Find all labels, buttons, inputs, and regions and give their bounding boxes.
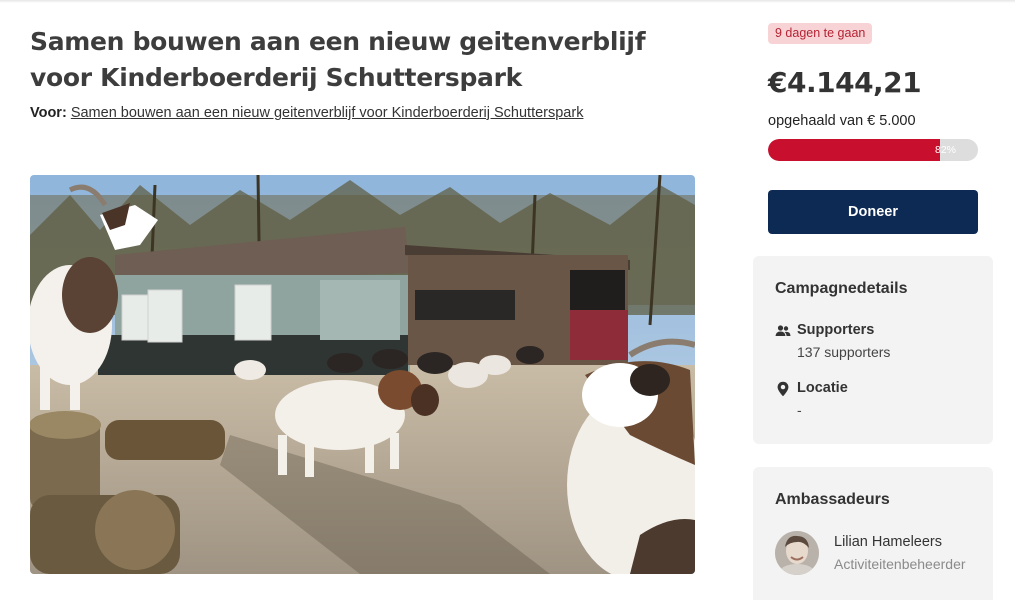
supporters-label: Supporters bbox=[797, 322, 875, 338]
progress-bar-fill bbox=[768, 139, 941, 161]
campaign-details-card: Campagnedetails Supporters 137 supporter… bbox=[753, 256, 993, 444]
goal-text: opgehaald van € 5.000 bbox=[768, 113, 916, 129]
ambassador-role: Activiteitenbeheerder bbox=[834, 556, 966, 572]
location-pin-icon bbox=[775, 381, 791, 397]
campaign-hero-image bbox=[30, 175, 695, 574]
ambassador-name: Lilian Hameleers bbox=[834, 534, 942, 550]
progress-bar: 82% bbox=[768, 139, 978, 161]
amount-raised: €4.144,21 bbox=[768, 66, 922, 99]
donate-button[interactable]: Doneer bbox=[768, 190, 978, 234]
top-shadow bbox=[0, 0, 1015, 3]
campaign-details-title: Campagnedetails bbox=[775, 280, 908, 297]
location-label: Locatie bbox=[797, 380, 848, 396]
avatar[interactable] bbox=[775, 531, 819, 575]
users-icon bbox=[775, 323, 791, 339]
beneficiary-line: Voor: Samen bouwen aan een nieuw geitenv… bbox=[30, 105, 583, 121]
days-left-badge: 9 dagen te gaan bbox=[768, 23, 873, 44]
supporters-value: 137 supporters bbox=[797, 344, 891, 360]
ambassadors-card: Ambassadeurs Lilian Hameleers Activiteit… bbox=[753, 467, 993, 600]
ambassadors-title: Ambassadeurs bbox=[775, 491, 890, 508]
progress-label: 82% bbox=[934, 144, 956, 156]
beneficiary-label: Voor: bbox=[30, 105, 67, 121]
location-value: - bbox=[797, 402, 802, 418]
campaign-title: Samen bouwen aan een nieuw geitenverblij… bbox=[30, 27, 646, 92]
beneficiary-link[interactable]: Samen bouwen aan een nieuw geitenverblij… bbox=[71, 105, 584, 121]
